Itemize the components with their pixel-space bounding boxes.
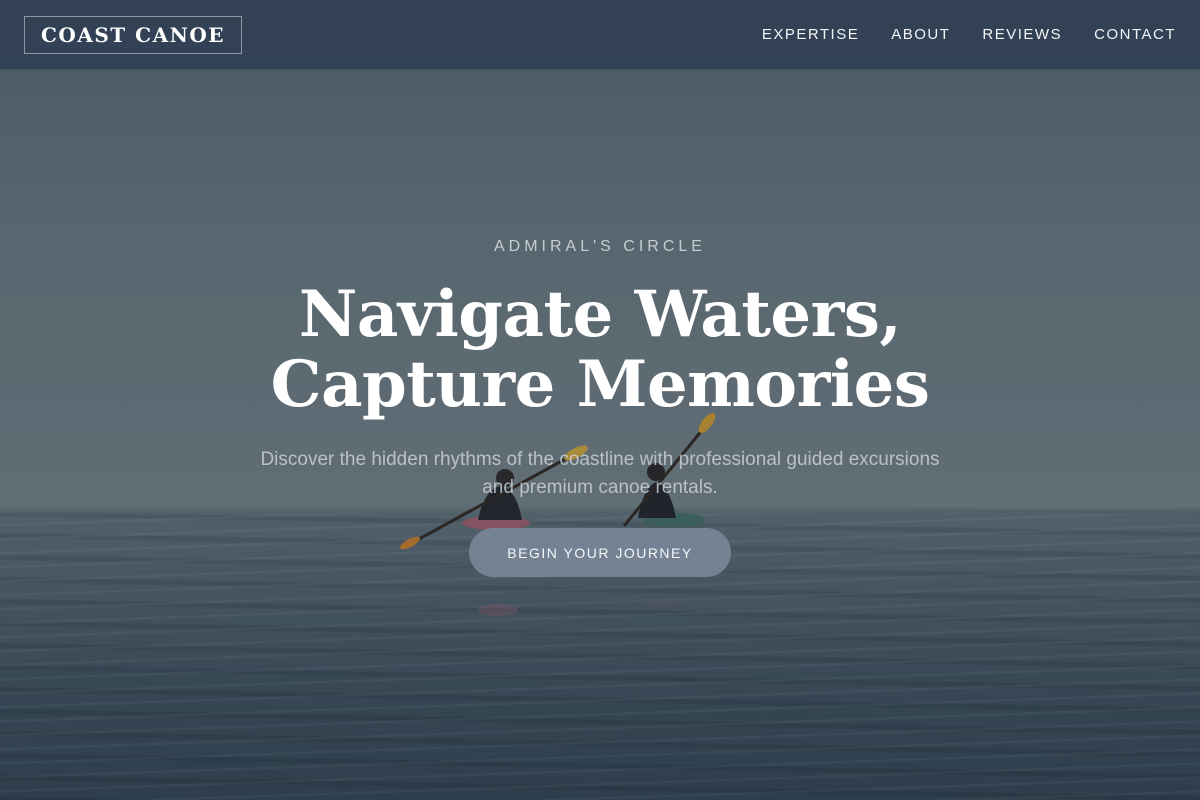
hero-headline-line-2: Capture Memories: [270, 347, 930, 422]
hero-eyebrow: ADMIRAL'S CIRCLE: [494, 238, 706, 255]
hero-headline-line-1: Navigate Waters,: [298, 277, 902, 352]
begin-journey-button[interactable]: BEGIN YOUR JOURNEY: [469, 528, 731, 577]
hero-subtitle: Discover the hidden rhythms of the coast…: [260, 449, 940, 498]
hero-section: ADMIRAL'S CIRCLE Navigate Waters, Captur…: [0, 0, 1200, 800]
hero-headline: Navigate Waters, Capture Memories: [0, 280, 1200, 420]
